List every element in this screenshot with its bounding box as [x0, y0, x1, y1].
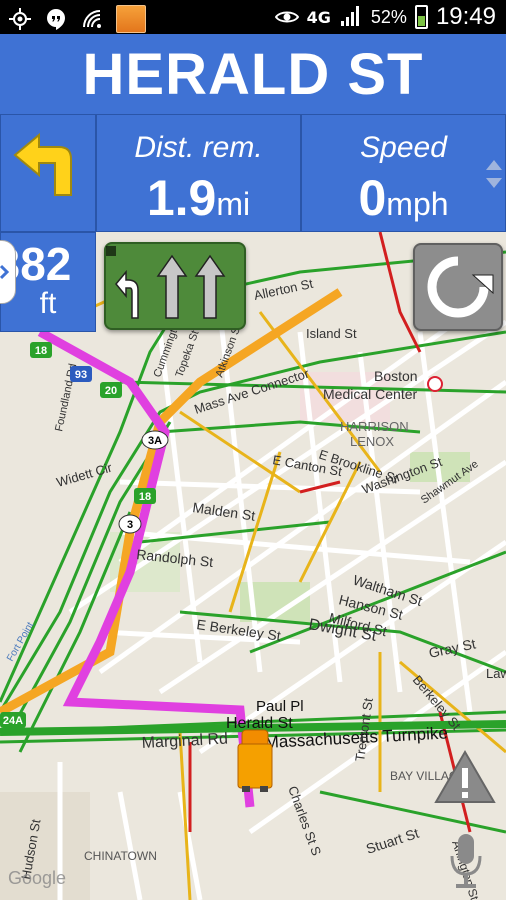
shield-18b: 18	[139, 491, 151, 503]
lane-straight-icon	[156, 254, 188, 319]
shield-20: 20	[105, 385, 117, 397]
status-indicators: 4G 52% 19:49	[274, 3, 496, 31]
lane-straight-icon	[194, 254, 226, 319]
clock: 19:49	[435, 3, 496, 30]
next-turn-panel[interactable]	[0, 114, 96, 232]
distance-remaining-unit: mi	[216, 186, 251, 222]
signal-icon	[339, 4, 363, 31]
microphone-icon	[450, 834, 482, 888]
label-paul-pl: Paul Pl	[256, 698, 304, 715]
turn-left-arrow-icon	[13, 132, 72, 196]
app-notification-icon	[116, 5, 146, 33]
speed-panel[interactable]: Speed 0mph	[301, 114, 506, 232]
report-hazard-button[interactable]	[432, 748, 498, 808]
vehicle-marker	[237, 729, 273, 792]
label-chinatown: CHINATOWN	[84, 849, 157, 863]
hospital-icon	[427, 376, 443, 392]
current-street-banner: HERALD ST	[0, 34, 506, 116]
battery-percent: 52%	[370, 6, 407, 27]
network-type: 4G	[306, 7, 331, 27]
info-row: Dist. rem. 1.9mi Speed 0mph	[0, 114, 506, 232]
shield-24a: 24A	[3, 715, 23, 727]
label-law: Law	[486, 666, 506, 681]
battery-icon	[414, 5, 428, 29]
label-island: Island St	[306, 326, 357, 341]
label-lenox: LENOX	[350, 434, 394, 449]
shield-93: 93	[75, 369, 87, 381]
side-drawer-handle[interactable]	[0, 240, 16, 304]
speed-label: Speed	[360, 131, 447, 164]
status-bar: 4G 52% 19:49	[0, 0, 506, 34]
refresh-icon	[427, 256, 494, 318]
distance-remaining-value: 1.9	[146, 170, 217, 226]
label-boston: Boston	[374, 368, 418, 384]
label-herald: Herald St	[226, 715, 293, 732]
label-harrison: HARRISON	[340, 419, 409, 434]
street-name: HERALD ST	[82, 41, 424, 107]
eye-icon	[274, 5, 299, 29]
hangouts-icon	[44, 7, 68, 31]
reroute-button[interactable]	[413, 243, 503, 331]
shield-3a: 3A	[148, 435, 162, 447]
wifi-call-icon	[80, 7, 104, 31]
scroll-arrows-icon[interactable]	[484, 156, 504, 192]
shield-18a: 18	[35, 345, 47, 357]
voice-command-button[interactable]	[446, 830, 486, 890]
lane-turn-left-icon	[115, 269, 139, 319]
gps-icon	[8, 7, 32, 31]
speed-unit: mph	[386, 186, 449, 222]
speed-value: 0	[358, 170, 387, 226]
lane-guidance	[104, 242, 246, 330]
warning-icon	[434, 750, 496, 803]
distance-remaining-label: Dist. rem.	[134, 131, 263, 164]
shield-3: 3	[127, 519, 133, 531]
notification-icons	[8, 5, 146, 33]
chevron-right-icon	[0, 264, 10, 280]
distance-remaining-panel[interactable]: Dist. rem. 1.9mi	[96, 114, 301, 232]
label-medical-center: Medical Center	[323, 386, 417, 402]
checkered-flag-icon	[106, 246, 116, 256]
google-watermark: Google	[8, 868, 66, 888]
